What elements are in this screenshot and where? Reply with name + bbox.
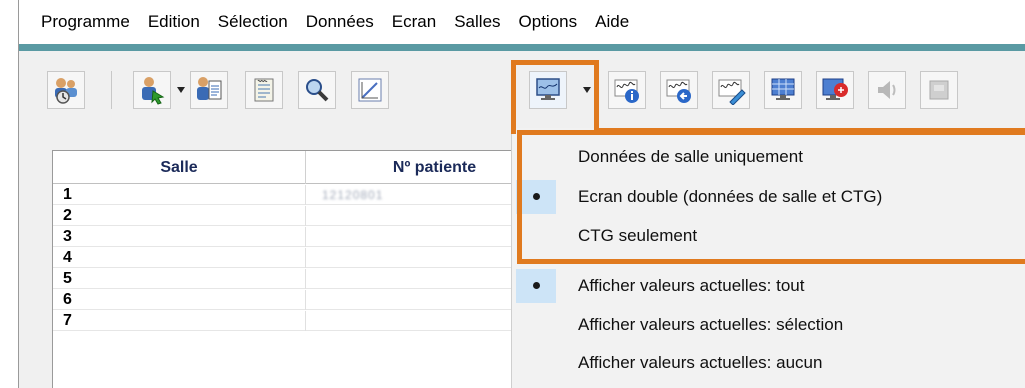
- app-window: Programme Edition Sélection Données Ecra…: [19, 0, 1025, 388]
- table-header: Salle Nº patiente: [53, 151, 523, 184]
- column-header-salle[interactable]: Salle: [53, 151, 306, 184]
- menu-bar: Programme Edition Sélection Données Ecra…: [19, 0, 1025, 44]
- grid-monitor-button[interactable]: [764, 71, 802, 109]
- notes-button[interactable]: [245, 71, 283, 109]
- toolbar-separator: [111, 71, 112, 109]
- table-row[interactable]: 4: [53, 248, 523, 268]
- chart-edit-icon: [358, 78, 382, 102]
- menu-option-show-values-all[interactable]: Afficher valeurs actuelles: tout: [512, 267, 1025, 305]
- ctg-edit-icon: [718, 79, 746, 105]
- device-icon: [929, 80, 949, 100]
- patient-number: [306, 227, 523, 247]
- ctg-back-icon: [666, 79, 691, 103]
- search-button[interactable]: [298, 71, 336, 109]
- patient-arrow-button[interactable]: [133, 71, 171, 109]
- patient-number: 12120801: [322, 188, 384, 202]
- table-row[interactable]: 2: [53, 206, 523, 226]
- table-row[interactable]: 3: [53, 227, 523, 247]
- menu-option-label: Afficher valeurs actuelles: tout: [578, 276, 805, 295]
- table-row[interactable]: 7: [53, 311, 523, 331]
- menu-options[interactable]: Options: [519, 12, 578, 32]
- bullet-icon: [533, 282, 540, 289]
- chevron-down-icon: [177, 87, 185, 93]
- patient-file-button[interactable]: [190, 71, 228, 109]
- menu-ecran[interactable]: Ecran: [392, 12, 436, 32]
- room-number: 5: [53, 269, 306, 289]
- room-number: 2: [53, 206, 306, 226]
- table-row[interactable]: 1 12120801: [53, 185, 523, 205]
- magnifier-icon: [306, 79, 329, 102]
- highlight-screen-options: [517, 130, 1025, 264]
- room-number: 3: [53, 227, 306, 247]
- patient-number: [306, 269, 523, 289]
- room-number: 1: [53, 185, 306, 205]
- chart-edit-button[interactable]: [351, 71, 389, 109]
- menu-aide[interactable]: Aide: [595, 12, 629, 32]
- patients-icon: [55, 78, 77, 104]
- alarm-monitor-button[interactable]: [816, 71, 854, 109]
- ctg-back-button[interactable]: [660, 71, 698, 109]
- device-button[interactable]: [920, 71, 958, 109]
- ctg-info-icon: [614, 79, 639, 103]
- room-number: 7: [53, 311, 306, 331]
- menu-selection[interactable]: Sélection: [218, 12, 288, 32]
- menu-salles[interactable]: Salles: [454, 12, 500, 32]
- menu-edition[interactable]: Edition: [148, 12, 200, 32]
- menu-option-show-values-selection[interactable]: Afficher valeurs actuelles: sélection: [512, 306, 1025, 344]
- rooms-table: Salle Nº patiente 1 12120801 2 3 4 5 6 7: [52, 150, 523, 388]
- patient-number: [306, 206, 523, 226]
- patient-arrow-icon: [142, 77, 165, 105]
- table-row[interactable]: 6: [53, 290, 523, 310]
- alarm-monitor-icon: [822, 78, 848, 100]
- menu-donnees[interactable]: Données: [306, 12, 374, 32]
- ctg-edit-button[interactable]: [712, 71, 750, 109]
- notes-icon: [254, 78, 274, 102]
- patient-number: [306, 290, 523, 310]
- room-number: 6: [53, 290, 306, 310]
- accent-divider: [19, 44, 1025, 51]
- room-number: 4: [53, 248, 306, 268]
- patient-file-icon: [197, 77, 222, 100]
- menu-option-label: Afficher valeurs actuelles: sélection: [578, 315, 844, 334]
- patient-number: [306, 248, 523, 268]
- menu-option-show-values-none[interactable]: Afficher valeurs actuelles: aucun: [512, 344, 1025, 382]
- ctg-info-button[interactable]: [608, 71, 646, 109]
- patients-button[interactable]: [47, 71, 85, 109]
- speaker-icon: [878, 81, 896, 99]
- column-header-patient[interactable]: Nº patiente: [306, 151, 523, 184]
- table-row[interactable]: 5: [53, 269, 523, 289]
- highlight-screen-button: [511, 60, 599, 134]
- speaker-button[interactable]: [868, 71, 906, 109]
- grid-monitor-icon: [771, 78, 795, 100]
- patient-arrow-dropdown[interactable]: [176, 85, 186, 95]
- menu-option-label: Afficher valeurs actuelles: aucun: [578, 353, 823, 372]
- patient-number: [306, 311, 523, 331]
- menu-programme[interactable]: Programme: [41, 12, 130, 32]
